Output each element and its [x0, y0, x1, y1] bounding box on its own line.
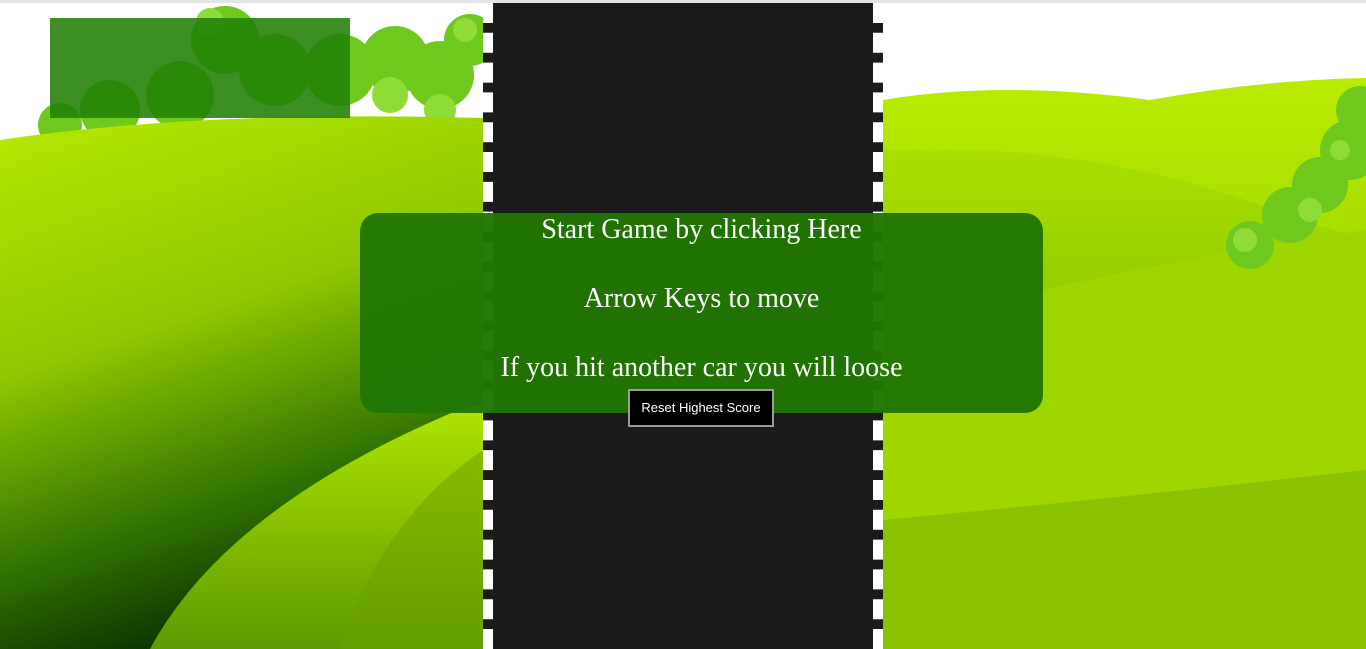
- reset-highest-score-button[interactable]: Reset Highest Score: [628, 389, 774, 427]
- game-stage: Start Game by clicking Here Arrow Keys t…: [0, 0, 1366, 649]
- start-game-overlay[interactable]: Start Game by clicking Here Arrow Keys t…: [360, 213, 1043, 413]
- start-instruction: Start Game by clicking Here: [541, 214, 862, 245]
- rule-instruction: If you hit another car you will loose: [500, 352, 903, 383]
- score-panel: [50, 18, 350, 118]
- controls-instruction: Arrow Keys to move: [583, 283, 820, 314]
